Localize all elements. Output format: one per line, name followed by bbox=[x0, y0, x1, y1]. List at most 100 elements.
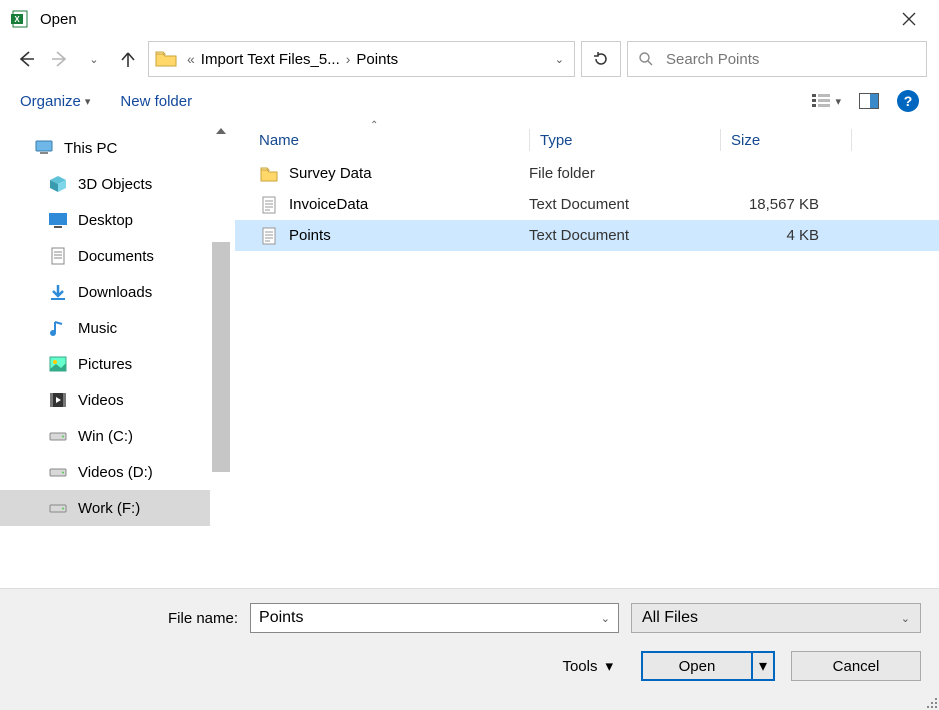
tree-item-label: This PC bbox=[64, 140, 117, 157]
breadcrumb-segment-2[interactable]: Points bbox=[356, 51, 398, 68]
tree-item[interactable]: Videos (D:) bbox=[0, 454, 210, 490]
tree-item[interactable]: Music bbox=[0, 310, 210, 346]
column-header-size[interactable]: Size bbox=[731, 132, 851, 149]
navigation-bar: ⌄ « Import Text Files_5... › Points ⌄ Se… bbox=[0, 38, 939, 80]
tree-item-label: Work (F:) bbox=[78, 500, 140, 517]
tree-item[interactable]: Downloads bbox=[0, 274, 210, 310]
tree-scrollbar bbox=[210, 122, 232, 622]
up-button[interactable] bbox=[114, 45, 142, 73]
forward-button[interactable] bbox=[46, 45, 74, 73]
file-name-label: File name: bbox=[168, 610, 238, 627]
column-headers: ⌃ Name Type Size bbox=[235, 122, 939, 158]
tree-item-label: Downloads bbox=[78, 284, 152, 301]
new-folder-button[interactable]: New folder bbox=[120, 93, 192, 110]
file-row[interactable]: Survey DataFile folder bbox=[235, 158, 939, 189]
excel-app-icon: X bbox=[10, 9, 30, 29]
help-button[interactable]: ? bbox=[897, 90, 919, 112]
chevron-down-icon: ▾ bbox=[85, 95, 91, 108]
tools-label: Tools bbox=[562, 658, 597, 675]
drive-icon bbox=[48, 427, 68, 445]
file-name: InvoiceData bbox=[289, 196, 529, 213]
drive-icon bbox=[48, 499, 68, 517]
pictures-icon bbox=[48, 355, 68, 373]
scroll-thumb[interactable] bbox=[212, 242, 230, 472]
address-dropdown[interactable]: ⌄ bbox=[551, 50, 568, 68]
title-bar: X Open bbox=[0, 0, 939, 38]
open-button-label: Open bbox=[643, 653, 751, 679]
dialog-title: Open bbox=[40, 11, 889, 28]
file-row[interactable]: InvoiceDataText Document18,567 KB bbox=[235, 189, 939, 220]
organize-menu[interactable]: Organize ▾ bbox=[20, 93, 90, 110]
file-size: 4 KB bbox=[709, 227, 819, 244]
sort-indicator-icon: ⌃ bbox=[370, 120, 378, 131]
download-icon bbox=[48, 283, 68, 301]
file-name: Points bbox=[289, 227, 529, 244]
refresh-button[interactable] bbox=[581, 41, 621, 77]
scroll-up-button[interactable] bbox=[210, 122, 232, 140]
file-type: File folder bbox=[529, 165, 709, 182]
address-bar[interactable]: « Import Text Files_5... › Points ⌄ bbox=[148, 41, 575, 77]
chevron-down-icon: ▾ bbox=[605, 657, 613, 675]
tree-item[interactable]: Desktop bbox=[0, 202, 210, 238]
preview-pane-button[interactable] bbox=[859, 93, 879, 109]
tree-item-label: Documents bbox=[78, 248, 154, 265]
tree-item[interactable]: Win (C:) bbox=[0, 418, 210, 454]
open-split-button[interactable]: ▾ bbox=[751, 653, 773, 679]
chevron-down-icon: ▾ bbox=[835, 95, 841, 108]
doc-icon bbox=[48, 247, 68, 265]
file-name: Survey Data bbox=[289, 165, 529, 182]
tree-item[interactable]: Videos bbox=[0, 382, 210, 418]
close-button[interactable] bbox=[889, 4, 929, 34]
tree-item-label: Desktop bbox=[78, 212, 133, 229]
text-icon bbox=[259, 226, 279, 246]
tree-item[interactable]: 3D Objects bbox=[0, 166, 210, 202]
tree-item[interactable]: Documents bbox=[0, 238, 210, 274]
chevron-down-icon: ⌄ bbox=[901, 612, 910, 625]
footer-panel: File name: Points ⌄ All Files ⌄ Tools ▾ … bbox=[0, 588, 939, 710]
recent-locations-button[interactable]: ⌄ bbox=[80, 45, 108, 73]
desktop-icon bbox=[48, 211, 68, 229]
text-icon bbox=[259, 195, 279, 215]
command-bar: Organize ▾ New folder ▾ ? bbox=[0, 80, 939, 122]
file-row[interactable]: PointsText Document4 KB bbox=[235, 220, 939, 251]
tools-menu[interactable]: Tools ▾ bbox=[562, 657, 613, 675]
navigation-tree: This PC 3D Objects Desktop Documents Downlo… bbox=[0, 122, 210, 622]
file-type: Text Document bbox=[529, 227, 709, 244]
tree-item[interactable]: Work (F:) bbox=[0, 490, 210, 526]
search-icon bbox=[638, 51, 654, 67]
music-icon bbox=[48, 319, 68, 337]
view-options-button[interactable]: ▾ bbox=[811, 93, 841, 109]
breadcrumb-segment-1[interactable]: Import Text Files_5... bbox=[201, 51, 340, 68]
search-placeholder: Search Points bbox=[666, 51, 759, 68]
drive-icon bbox=[48, 463, 68, 481]
chevron-down-icon[interactable]: ⌄ bbox=[601, 612, 610, 625]
folder-icon bbox=[259, 164, 279, 184]
cancel-button[interactable]: Cancel bbox=[791, 651, 921, 681]
tree-item-label: Pictures bbox=[78, 356, 132, 373]
tree-item[interactable]: Pictures bbox=[0, 346, 210, 382]
file-size: 18,567 KB bbox=[709, 196, 819, 213]
column-header-type[interactable]: Type bbox=[540, 132, 720, 149]
file-type-filter[interactable]: All Files ⌄ bbox=[631, 603, 921, 633]
tree-item-label: 3D Objects bbox=[78, 176, 152, 193]
videos-icon bbox=[48, 391, 68, 409]
resize-grip[interactable] bbox=[923, 694, 937, 708]
3d-icon bbox=[48, 175, 68, 193]
file-name-input[interactable]: Points ⌄ bbox=[250, 603, 619, 633]
tree-item-label: Music bbox=[78, 320, 117, 337]
tree-item-this-pc[interactable]: This PC bbox=[0, 130, 210, 166]
tree-item-label: Videos bbox=[78, 392, 124, 409]
organize-label: Organize bbox=[20, 93, 81, 110]
main-area: This PC 3D Objects Desktop Documents Downlo… bbox=[0, 122, 939, 622]
file-type-filter-label: All Files bbox=[642, 609, 698, 627]
file-type: Text Document bbox=[529, 196, 709, 213]
svg-text:X: X bbox=[14, 15, 20, 24]
open-button[interactable]: Open ▾ bbox=[641, 651, 775, 681]
back-button[interactable] bbox=[12, 45, 40, 73]
tree-item-label: Videos (D:) bbox=[78, 464, 153, 481]
folder-icon bbox=[155, 50, 177, 68]
pc-icon bbox=[34, 139, 54, 157]
search-box[interactable]: Search Points bbox=[627, 41, 927, 77]
column-header-name[interactable]: Name bbox=[259, 132, 529, 149]
chevron-right-icon: › bbox=[346, 51, 351, 67]
